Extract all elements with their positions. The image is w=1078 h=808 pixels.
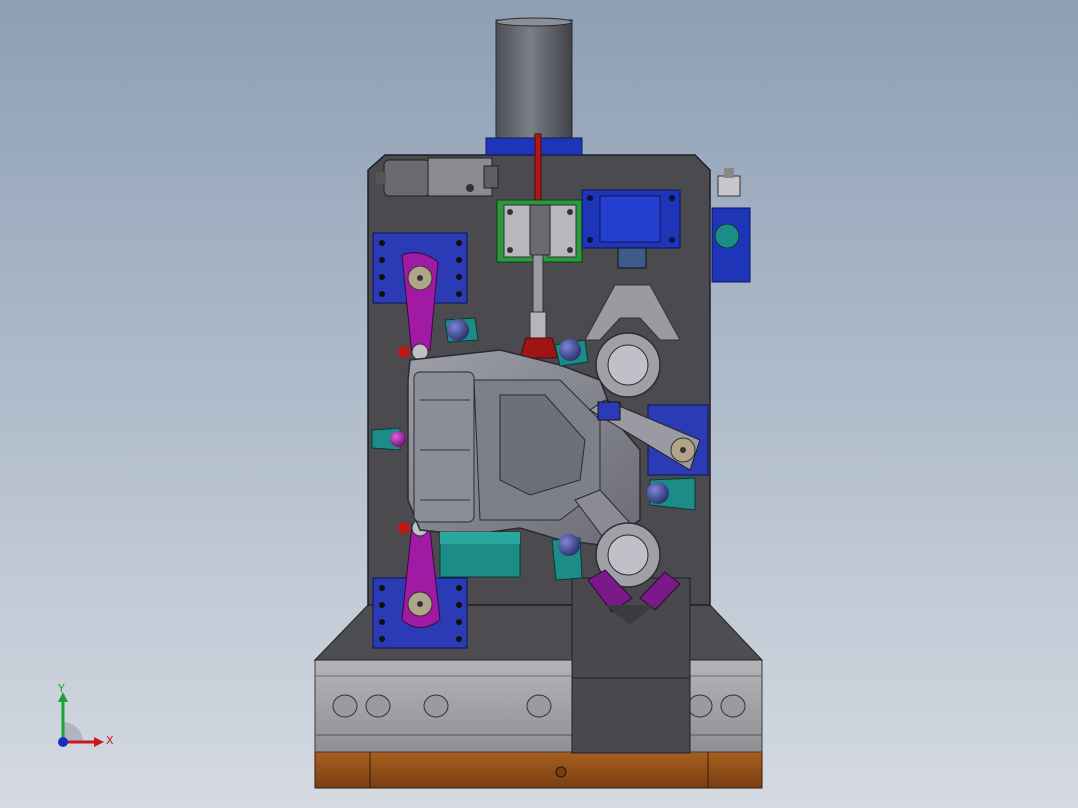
- graphics-viewport[interactable]: Y X: [0, 0, 1078, 808]
- top-left-sensor[interactable]: [376, 157, 499, 197]
- x-axis-label: X: [106, 734, 114, 747]
- rail-block[interactable]: [314, 659, 763, 753]
- locating-ball-2: [559, 339, 581, 361]
- z-axis-dot: [58, 737, 68, 747]
- center-column: [571, 577, 691, 754]
- locating-ball-3: [647, 482, 669, 504]
- locating-ball-1: [447, 319, 469, 341]
- y-axis-label: Y: [57, 682, 65, 695]
- pull-rod: [532, 254, 544, 316]
- motor-cylinder[interactable]: [485, 17, 583, 156]
- red-stop-top: [398, 346, 410, 358]
- green-clamp-bracket[interactable]: [496, 199, 583, 263]
- red-rod: [534, 133, 542, 205]
- base-plate[interactable]: [314, 751, 763, 789]
- coordinate-triad: Y X: [57, 682, 114, 747]
- locating-ball-4: [558, 534, 580, 556]
- red-stop-bottom: [398, 522, 410, 534]
- locating-ball-5: [390, 431, 406, 447]
- upper-ring-boss[interactable]: [595, 332, 661, 398]
- red-clamp-tip: [519, 337, 559, 359]
- cad-model-view[interactable]: [0, 0, 1078, 808]
